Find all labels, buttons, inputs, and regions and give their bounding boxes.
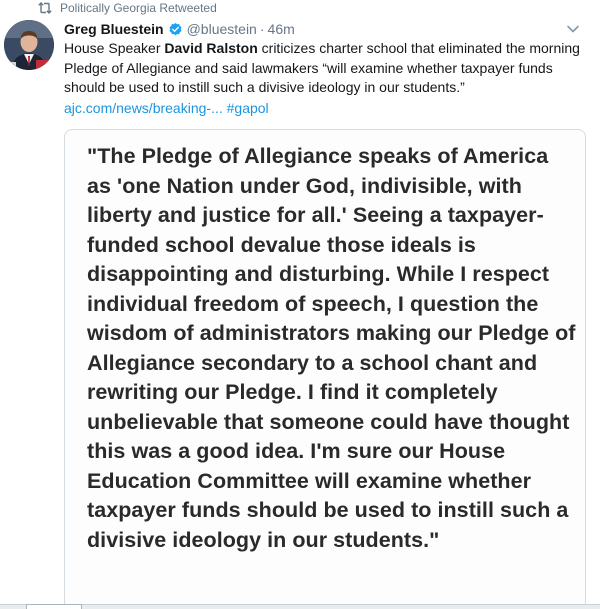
mention-david-ralston: David Ralston xyxy=(164,40,258,56)
tweet-header: Greg Bluestein @bluestein · 46m xyxy=(64,19,295,39)
bottom-edge xyxy=(0,604,600,609)
bottom-tab xyxy=(26,604,82,609)
quote-text: "The Pledge of Allegiance speaks of Amer… xyxy=(87,144,576,552)
retweet-label: Politically Georgia Retweeted xyxy=(60,1,217,15)
tweet-links: ajc.com/news/breaking-... #gapol xyxy=(64,99,269,118)
tweet[interactable]: Politically Georgia Retweeted Greg Blues… xyxy=(0,0,600,609)
hashtag-link[interactable]: #gapol xyxy=(227,100,269,116)
author-handle[interactable]: @bluestein xyxy=(187,21,257,37)
author-name[interactable]: Greg Bluestein xyxy=(64,21,164,37)
tweet-text-pre: House Speaker xyxy=(64,40,165,56)
chevron-down-icon[interactable] xyxy=(566,22,580,36)
verified-badge-icon xyxy=(169,22,182,35)
avatar-photo xyxy=(4,20,54,70)
retweet-context[interactable]: Politically Georgia Retweeted xyxy=(38,0,217,16)
retweet-icon xyxy=(38,2,52,14)
separator-dot: · xyxy=(259,21,265,37)
article-link[interactable]: ajc.com/news/breaking-... xyxy=(64,100,223,116)
tweet-text: House Speaker David Ralston criticizes c… xyxy=(64,39,584,98)
avatar[interactable] xyxy=(4,20,54,70)
quote-image[interactable]: "The Pledge of Allegiance speaks of Amer… xyxy=(64,129,586,609)
timestamp[interactable]: 46m xyxy=(268,21,295,37)
